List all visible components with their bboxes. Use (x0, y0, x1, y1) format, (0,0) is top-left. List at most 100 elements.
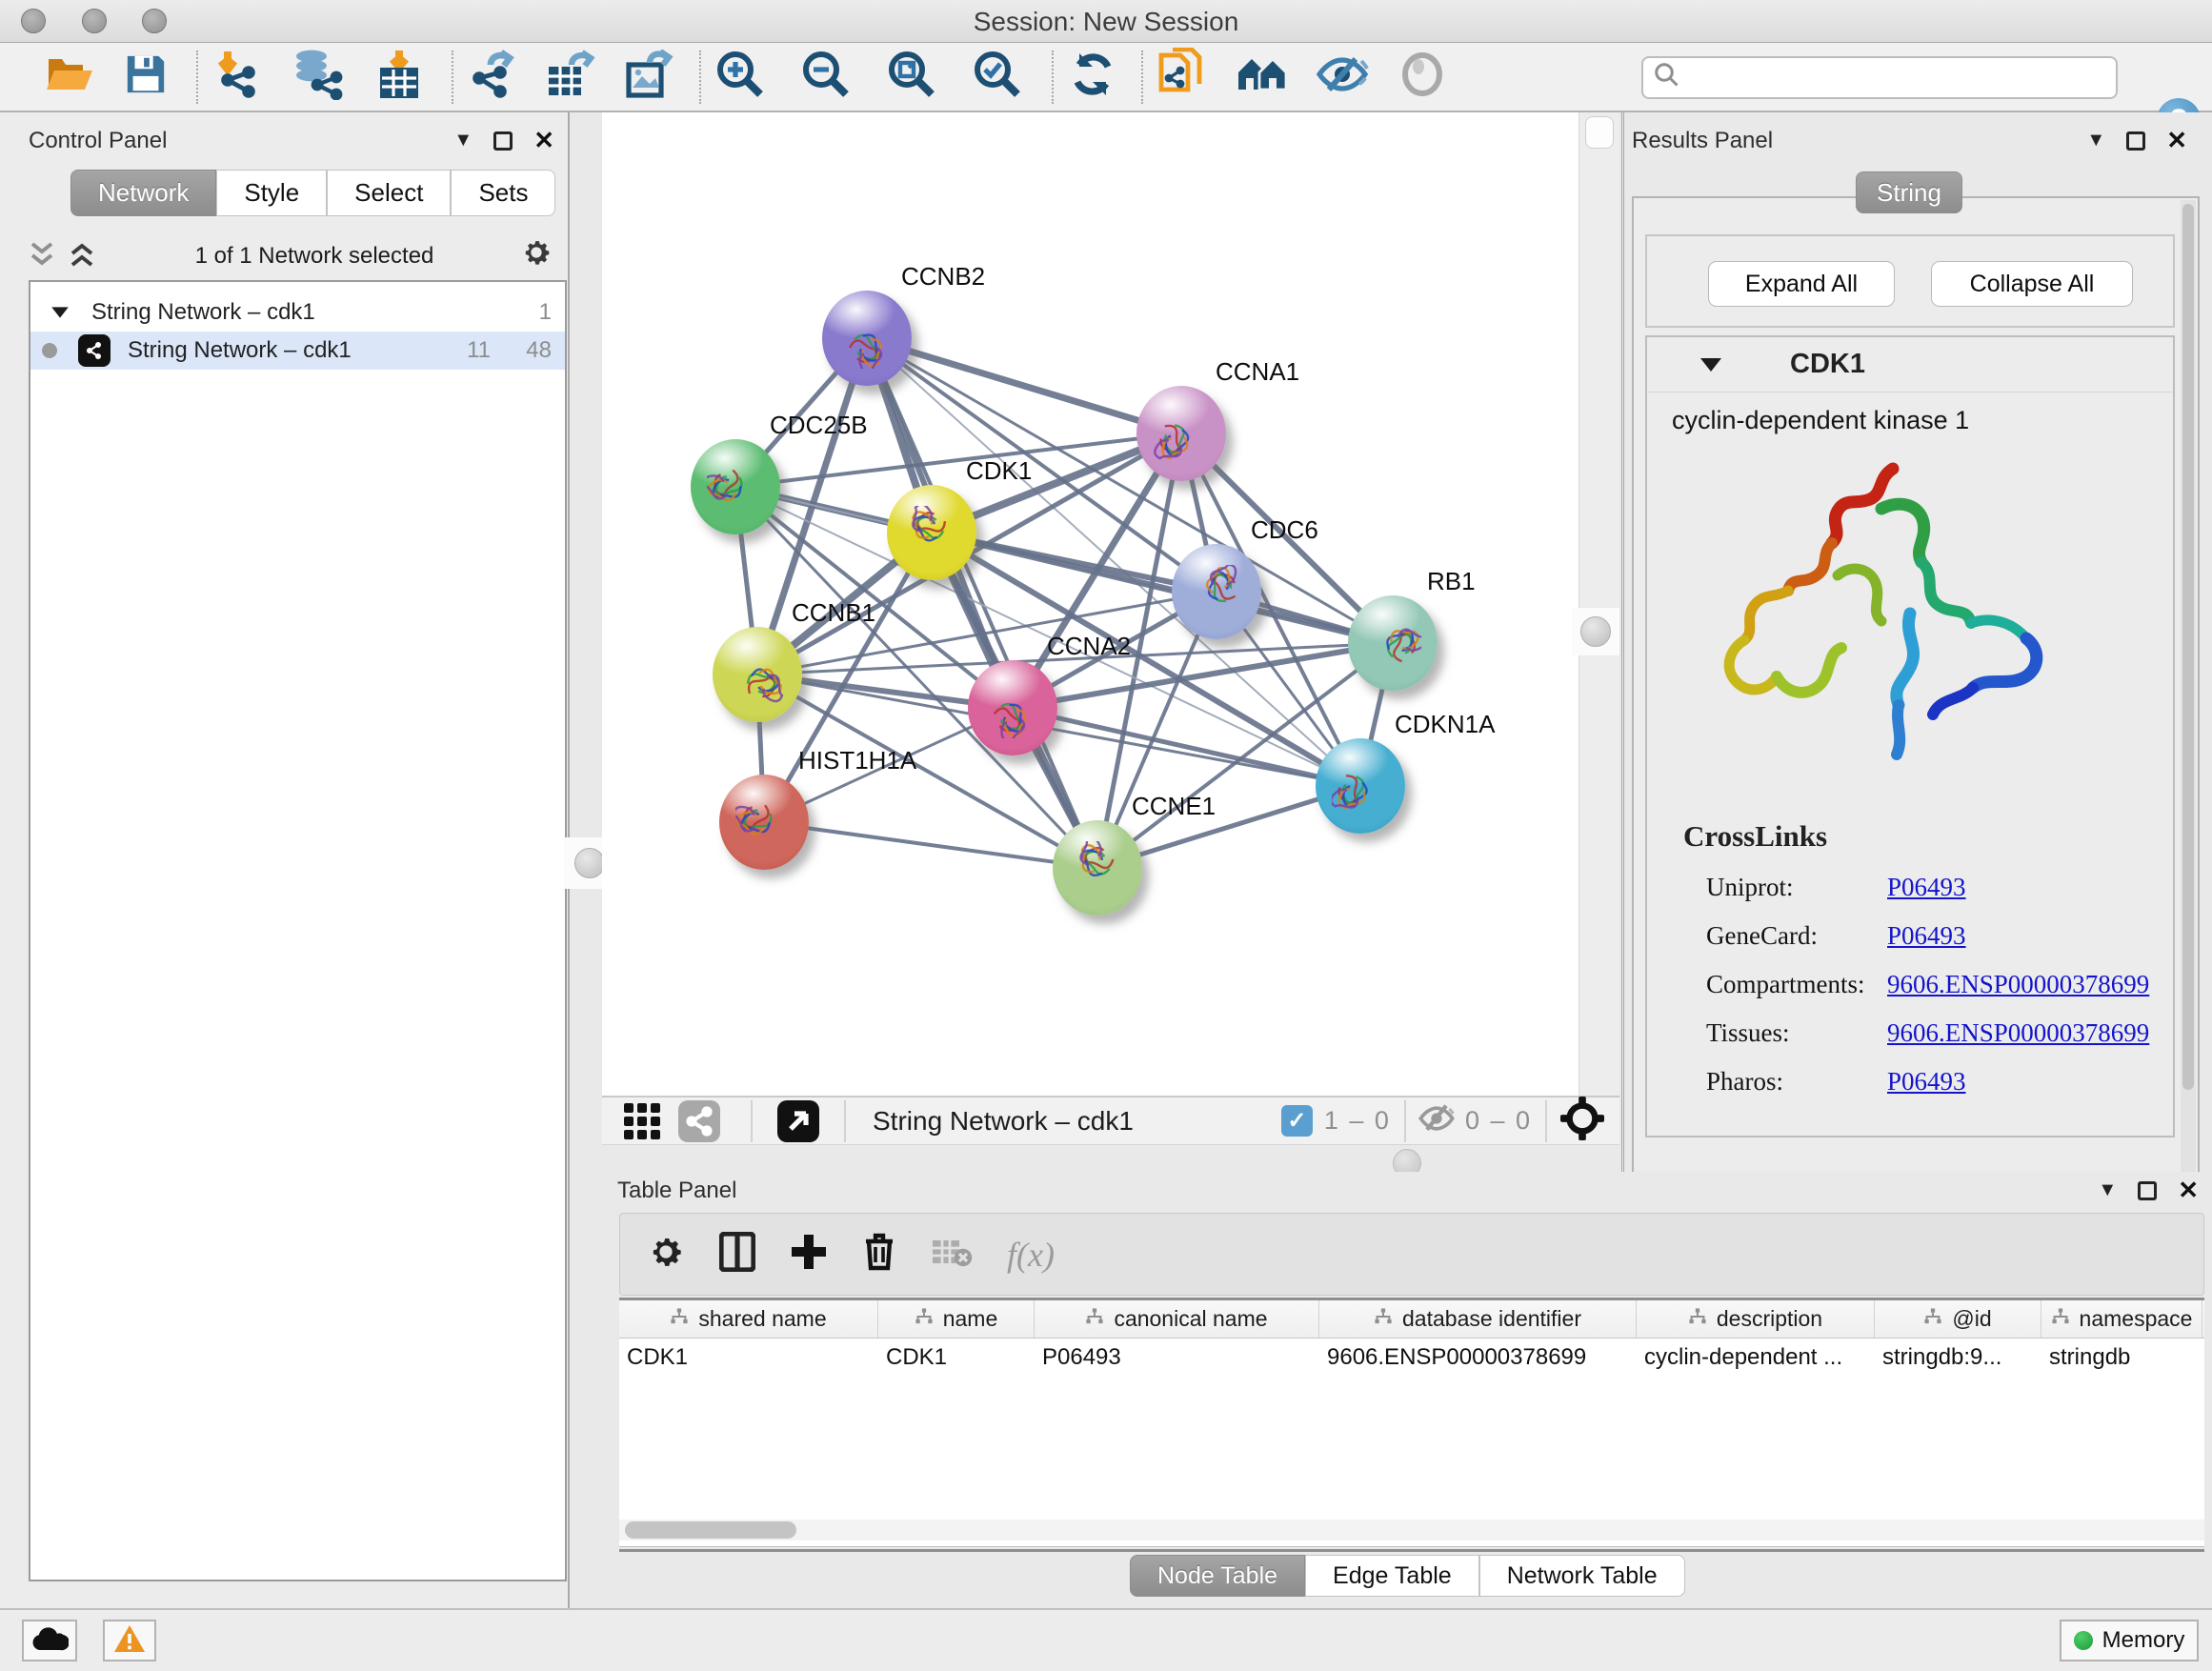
network-node-cdc25b[interactable] (691, 439, 780, 534)
column-header-id[interactable]: @id (1875, 1300, 2041, 1338)
select-columns-icon[interactable] (719, 1232, 755, 1277)
table-cell[interactable]: stringdb (2041, 1339, 2202, 1377)
network-row[interactable]: String Network – cdk1 11 48 (30, 332, 565, 370)
results-panel-close-icon[interactable]: ✕ (2166, 126, 2187, 155)
tab-string[interactable]: String (1856, 171, 1962, 213)
expand-all-button[interactable]: Expand All (1708, 261, 1895, 307)
right-splitter-handle[interactable] (1572, 608, 1619, 655)
export-image-button[interactable] (619, 48, 678, 107)
search-input[interactable] (1681, 65, 2101, 91)
column-header-sharedname[interactable]: shared name (619, 1300, 878, 1338)
table-cell[interactable]: 9606.ENSP00000378699 (1319, 1339, 1637, 1377)
refresh-view-button[interactable] (1063, 48, 1122, 107)
network-node-cdkn1a[interactable] (1316, 738, 1405, 834)
show-all-button[interactable] (1393, 48, 1452, 107)
column-header-name[interactable]: name (878, 1300, 1035, 1338)
network-node-cdc6[interactable] (1172, 544, 1261, 639)
table-cell[interactable]: cyclin-dependent ... (1637, 1339, 1875, 1377)
crosslink-link[interactable]: 9606.ENSP00000378699 (1887, 970, 2149, 999)
add-column-icon[interactable] (790, 1233, 828, 1276)
tab-node-table[interactable]: Node Table (1130, 1555, 1305, 1597)
network-node-cdk1[interactable] (887, 485, 976, 580)
expand-all-networks-icon[interactable] (69, 240, 95, 273)
collapse-all-networks-icon[interactable] (29, 240, 55, 273)
table-cell[interactable]: CDK1 (878, 1339, 1035, 1377)
crosslink-link[interactable]: 9606.ENSP00000378699 (1887, 1018, 2149, 1048)
fit-selected-target-icon[interactable] (1560, 1097, 1604, 1145)
save-session-button[interactable] (116, 48, 175, 107)
table-panel-float-icon[interactable] (2138, 1181, 2157, 1200)
control-panel-close-icon[interactable]: ✕ (533, 126, 554, 155)
network-collection-row[interactable]: String Network – cdk1 1 (30, 293, 565, 332)
collapse-all-button[interactable]: Collapse All (1931, 261, 2133, 307)
column-header-description[interactable]: description (1637, 1300, 1875, 1338)
table-cell[interactable]: stringdb:9... (1875, 1339, 2041, 1377)
tab-network-table[interactable]: Network Table (1479, 1555, 1685, 1597)
import-table-button[interactable] (370, 48, 429, 107)
table-horizontal-scrollbar[interactable] (619, 1520, 2204, 1540)
network-node-ccnb2[interactable] (822, 291, 912, 386)
network-edge[interactable] (867, 338, 1097, 868)
hidden-eye-slash-icon[interactable] (1418, 1102, 1456, 1139)
network-edge[interactable] (1013, 708, 1360, 786)
table-panel-close-icon[interactable]: ✕ (2178, 1176, 2199, 1205)
crosslink-link[interactable]: P06493 (1887, 1067, 1966, 1097)
clone-network-button[interactable] (1153, 48, 1212, 107)
import-network-database-button[interactable] (288, 48, 347, 107)
control-panel-float-icon[interactable] (493, 131, 513, 151)
first-neighbors-button[interactable] (1233, 48, 1292, 107)
delete-column-trash-icon[interactable] (862, 1232, 896, 1277)
control-panel-collapse-icon[interactable]: ▼ (453, 130, 473, 151)
section-collapse-icon[interactable] (1700, 358, 1721, 372)
gene-section-header[interactable]: CDK1 (1647, 337, 2173, 393)
zoom-selected-button[interactable] (968, 48, 1027, 107)
tree-expand-icon[interactable] (51, 307, 69, 317)
canvas-scrollbar-thumb[interactable] (1585, 116, 1614, 149)
canvas-vertical-scrollbar[interactable] (1579, 112, 1619, 1096)
network-node-hist1h1a[interactable] (719, 775, 809, 870)
cloud-status-button[interactable] (22, 1620, 77, 1661)
table-settings-gear-icon[interactable] (647, 1233, 685, 1276)
network-node-ccna2[interactable] (968, 660, 1057, 755)
network-node-ccne1[interactable] (1053, 820, 1142, 916)
results-panel-collapse-icon[interactable]: ▼ (2086, 130, 2105, 151)
hide-selected-button[interactable] (1313, 48, 1372, 107)
table-row[interactable]: CDK1CDK1P064939606.ENSP00000378699cyclin… (619, 1339, 2204, 1377)
import-network-file-button[interactable] (208, 48, 267, 107)
export-network-button[interactable] (463, 48, 522, 107)
search-field[interactable] (1641, 56, 2118, 99)
crosslink-link[interactable]: P06493 (1887, 921, 1966, 951)
table-cell[interactable]: P06493 (1035, 1339, 1319, 1377)
node-table[interactable]: shared namenamecanonical namedatabase id… (619, 1298, 2204, 1547)
network-node-ccnb1[interactable] (713, 627, 802, 722)
open-session-button[interactable] (40, 48, 99, 107)
zoom-fit-button[interactable] (882, 48, 941, 107)
network-canvas[interactable]: CCNB2CCNA1CDC25BCDK1CDC6RB1CCNB1CCNA2CDK… (602, 112, 1579, 1096)
network-options-gear-icon[interactable] (520, 236, 553, 277)
results-scrollbar[interactable] (2181, 200, 2196, 1174)
tab-edge-table[interactable]: Edge Table (1305, 1555, 1479, 1597)
tab-select[interactable]: Select (327, 170, 451, 216)
network-share-view-icon[interactable] (674, 1092, 724, 1151)
table-cell[interactable]: CDK1 (619, 1339, 878, 1377)
crosslink-link[interactable]: P06493 (1887, 873, 1966, 902)
results-panel-float-icon[interactable] (2126, 131, 2145, 151)
column-header-databaseidentifier[interactable]: database identifier (1319, 1300, 1637, 1338)
selected-checkbox-icon[interactable]: ✓ (1281, 1105, 1313, 1137)
network-edge[interactable] (932, 533, 1393, 643)
export-table-button[interactable] (541, 48, 600, 107)
network-edge[interactable] (764, 822, 1097, 868)
column-header-canonicalname[interactable]: canonical name (1035, 1300, 1319, 1338)
grid-view-icon[interactable] (617, 1092, 667, 1151)
table-panel-collapse-icon[interactable]: ▼ (2098, 1179, 2117, 1201)
memory-button[interactable]: Memory (2060, 1620, 2199, 1661)
network-node-rb1[interactable] (1348, 595, 1438, 691)
zoom-out-button[interactable] (796, 48, 855, 107)
tab-network[interactable]: Network (70, 170, 216, 216)
zoom-in-button[interactable] (711, 48, 770, 107)
network-node-ccna1[interactable] (1136, 386, 1226, 481)
table-scrollbar-thumb[interactable] (625, 1521, 796, 1539)
column-header-namespace[interactable]: namespace (2041, 1300, 2202, 1338)
tab-style[interactable]: Style (216, 170, 327, 216)
network-edge[interactable] (867, 338, 1181, 433)
